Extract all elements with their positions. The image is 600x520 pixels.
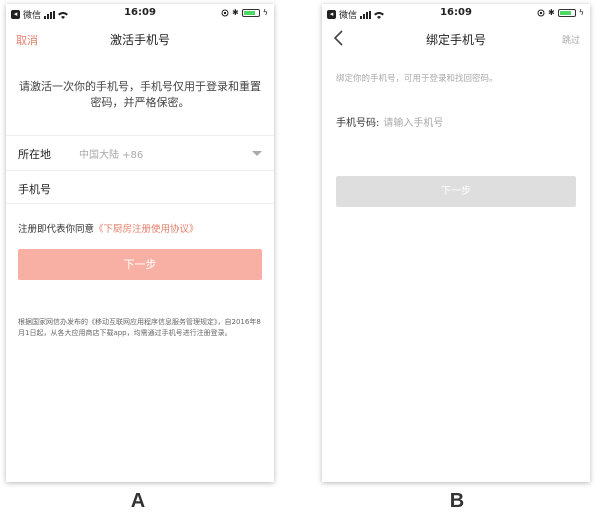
charging-icon: ϟ bbox=[262, 8, 268, 17]
region-selector[interactable]: 所在地 中国大陆 +86 bbox=[6, 135, 274, 169]
phone-label: 手机号 bbox=[18, 183, 51, 196]
screen-label-a: A bbox=[130, 490, 146, 512]
charging-icon: ϟ bbox=[578, 8, 584, 17]
skip-button[interactable]: 跳过 bbox=[562, 33, 580, 46]
agreement-text: 注册即代表你同意《下厨房注册使用协议》 bbox=[18, 221, 199, 235]
bluetooth-icon: ✱ bbox=[232, 8, 239, 17]
nav-bar: 绑定手机号 跳过 bbox=[322, 22, 590, 56]
phone-label: 手机号码: bbox=[336, 118, 380, 129]
region-label: 所在地 bbox=[18, 148, 51, 161]
orientation-lock-icon bbox=[537, 9, 545, 16]
chevron-down-icon bbox=[252, 151, 262, 156]
phone-input-row[interactable]: 手机号码: 请输入手机号 bbox=[336, 114, 443, 129]
phone-screen-a: ◂ 微信 16:09 ✱ ϟ 取消 激活手机号 请激活一次你的手机号，手机号仅用… bbox=[6, 4, 274, 482]
screen-label-b: B bbox=[449, 490, 465, 512]
phone-input-row[interactable]: 手机号 bbox=[6, 170, 274, 204]
nav-bar: 取消 激活手机号 bbox=[6, 22, 274, 56]
bluetooth-icon: ✱ bbox=[548, 8, 555, 17]
agreement-prefix: 注册即代表你同意 bbox=[18, 224, 95, 235]
battery-icon bbox=[241, 8, 260, 17]
status-bar: ◂ 微信 16:09 ✱ ϟ bbox=[6, 4, 274, 22]
battery-icon bbox=[557, 8, 576, 17]
comparison-stage: ◂ 微信 16:09 ✱ ϟ 取消 激活手机号 请激活一次你的手机号，手机号仅用… bbox=[0, 0, 600, 520]
orientation-lock-icon bbox=[221, 9, 229, 16]
status-bar: ◂ 微信 16:09 ✱ ϟ bbox=[322, 4, 590, 22]
intro-text: 绑定你的手机号，可用于登录和找回密码。 bbox=[336, 74, 498, 84]
next-button[interactable]: 下一步 bbox=[18, 249, 262, 280]
phone-input-placeholder[interactable]: 请输入手机号 bbox=[383, 118, 443, 129]
page-title: 激活手机号 bbox=[109, 33, 170, 47]
intro-text: 请激活一次你的手机号，手机号仅用于登录和重置密码，并严格保密。 bbox=[19, 80, 261, 109]
regulation-notice: 根据国家网信办发布的《移动互联网应用程序信息服务管理规定》，自2016年8月1日… bbox=[18, 318, 261, 337]
region-value: 中国大陆 +86 bbox=[79, 150, 144, 161]
agreement-link[interactable]: 《下厨房注册使用协议》 bbox=[94, 224, 199, 235]
next-button[interactable]: 下一步 bbox=[336, 176, 576, 207]
page-title: 绑定手机号 bbox=[425, 33, 486, 47]
phone-screen-b: ◂ 微信 16:09 ✱ ϟ 绑定手机号 跳过 绑定你的手机号，可用于登录和找回… bbox=[322, 4, 590, 482]
